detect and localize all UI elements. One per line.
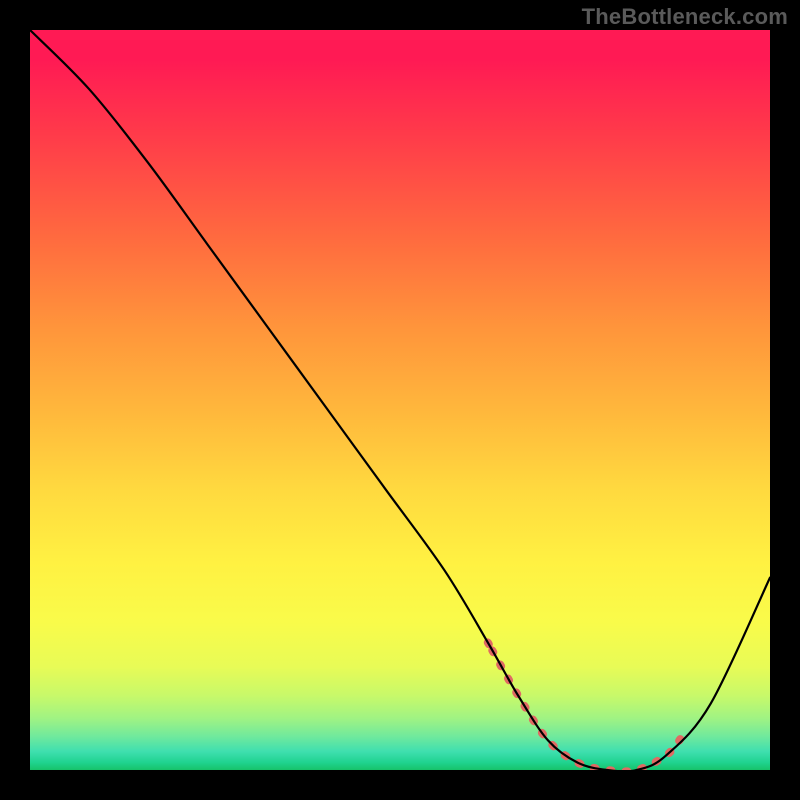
chart-stage: TheBottleneck.com	[0, 0, 800, 800]
plot-area	[30, 30, 770, 770]
curve-layer	[30, 30, 770, 770]
curve-path	[30, 30, 770, 770]
watermark-text: TheBottleneck.com	[582, 4, 788, 30]
highlight-dots	[487, 640, 682, 770]
